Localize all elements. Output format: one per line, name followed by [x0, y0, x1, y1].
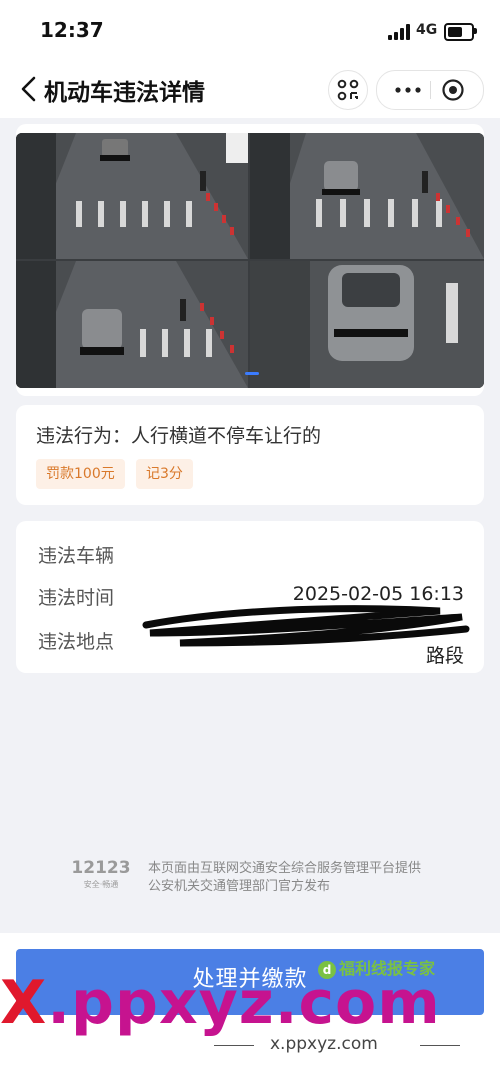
footer-line-1: 本页面由互联网交通安全综合服务管理平台提供: [148, 861, 422, 876]
close-miniapp-icon[interactable]: [441, 78, 465, 102]
back-arrow-icon[interactable]: [18, 74, 44, 104]
footer-text: 本页面由互联网交通安全综合服务管理平台提供 公安机关交通管理部门官方发布: [148, 860, 421, 896]
scan-button[interactable]: [328, 70, 368, 110]
violation-behavior: 违法行为：人行横道不停车让行的: [36, 421, 321, 448]
details-card: 违法车辆 违法时间 2025-02-05 16:13 违法地点 路段: [16, 521, 484, 673]
fine-tag: 罚款100元: [36, 459, 125, 489]
watermark-rule-left: [214, 1045, 254, 1046]
network-type: 4G: [416, 22, 438, 38]
battery-tip: [474, 28, 477, 34]
status-time: 12:37: [40, 18, 104, 42]
points-tag: 记3分: [136, 459, 193, 489]
location-label: 违法地点: [38, 631, 115, 653]
signal-icon: [388, 24, 410, 40]
watermark-large: X.ppxyz.com: [0, 968, 441, 1038]
footer-line-2: 公安机关交通管理部门官方发布: [148, 879, 331, 894]
watermark-prefix: X: [0, 968, 48, 1038]
time-value: 2025-02-05 16:13: [292, 583, 464, 605]
nav-bar: 机动车违法详情: [0, 60, 500, 118]
battery-icon: [444, 23, 474, 41]
app-logo: 12123 安全·畅通: [71, 858, 130, 889]
photo-page-indicator: [245, 372, 259, 375]
violation-card: 违法行为：人行横道不停车让行的 罚款100元 记3分: [16, 405, 484, 505]
miniapp-capsule: [376, 70, 484, 110]
watermark-domain: .ppxyz.com: [47, 968, 441, 1038]
violation-photo[interactable]: [16, 133, 484, 388]
scan-icon: [337, 79, 359, 101]
behavior-value: 人行横道不停车让行的: [131, 425, 322, 447]
capsule-divider: [430, 81, 431, 99]
behavior-label: 违法行为：: [36, 425, 132, 447]
logo-number: 12123: [71, 858, 130, 878]
time-label: 违法时间: [38, 587, 115, 609]
page-title: 机动车违法详情: [44, 80, 205, 106]
status-bar: 12:37 4G: [0, 0, 500, 60]
redaction-scribble: [142, 605, 470, 647]
vehicle-label: 违法车辆: [38, 545, 115, 567]
watermark-rule-right: [420, 1045, 460, 1046]
logo-subtitle: 安全·畅通: [84, 879, 119, 889]
location-value: 路段: [425, 645, 464, 667]
more-icon[interactable]: [393, 71, 423, 109]
watermark-small: x.ppxyz.com: [270, 1034, 378, 1054]
